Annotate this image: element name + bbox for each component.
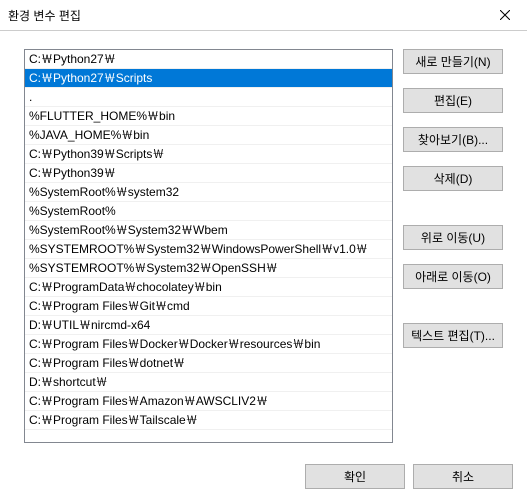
ok-button[interactable]: 확인 (305, 464, 405, 489)
titlebar: 환경 변수 편집 (0, 0, 527, 31)
list-item[interactable]: C:￦ProgramData￦chocolatey￦bin (25, 278, 392, 297)
list-item[interactable]: C:￦Python39￦Scripts￦ (25, 145, 392, 164)
new-button[interactable]: 새로 만들기(N) (403, 49, 503, 74)
move-down-button[interactable]: 아래로 이동(O) (403, 264, 503, 289)
edit-text-button[interactable]: 텍스트 편집(T)... (403, 323, 503, 348)
move-up-button[interactable]: 위로 이동(U) (403, 225, 503, 250)
list-item[interactable]: C:￦Program Files￦dotnet￦ (25, 354, 392, 373)
list-item[interactable]: C:￦Python27￦Scripts (25, 69, 392, 88)
list-item[interactable]: C:￦Python39￦ (25, 164, 392, 183)
list-item[interactable]: %SYSTEMROOT%￦System32￦OpenSSH￦ (25, 259, 392, 278)
list-item[interactable]: D:￦shortcut￦ (25, 373, 392, 392)
dialog-content: C:￦Python27￦C:￦Python27￦Scripts.%FLUTTER… (0, 31, 527, 455)
list-item[interactable]: %JAVA_HOME%￦bin (25, 126, 392, 145)
edit-button[interactable]: 편집(E) (403, 88, 503, 113)
delete-button[interactable]: 삭제(D) (403, 166, 503, 191)
close-button[interactable] (482, 0, 527, 30)
window-title: 환경 변수 편집 (8, 7, 482, 24)
list-item[interactable]: %FLUTTER_HOME%￦bin (25, 107, 392, 126)
bottom-button-row: 확인 취소 (305, 464, 513, 489)
list-item[interactable]: C:￦Program Files￦Docker￦Docker￦resources… (25, 335, 392, 354)
close-icon (500, 10, 510, 20)
list-item[interactable]: C:￦Program Files￦Git￦cmd (25, 297, 392, 316)
list-item[interactable]: %SystemRoot%￦system32 (25, 183, 392, 202)
button-column: 새로 만들기(N) 편집(E) 찾아보기(B)... 삭제(D) 위로 이동(U… (403, 49, 503, 443)
cancel-button[interactable]: 취소 (413, 464, 513, 489)
list-item[interactable]: C:￦Program Files￦Amazon￦AWSCLIV2￦ (25, 392, 392, 411)
list-item[interactable]: %SystemRoot%￦System32￦Wbem (25, 221, 392, 240)
list-item[interactable]: C:￦Program Files￦Tailscale￦ (25, 411, 392, 430)
browse-button[interactable]: 찾아보기(B)... (403, 127, 503, 152)
list-item[interactable]: %SystemRoot% (25, 202, 392, 221)
path-listbox[interactable]: C:￦Python27￦C:￦Python27￦Scripts.%FLUTTER… (24, 49, 393, 443)
list-item[interactable]: D:￦UTIL￦nircmd-x64 (25, 316, 392, 335)
list-item[interactable]: . (25, 88, 392, 107)
list-item[interactable]: C:￦Python27￦ (25, 50, 392, 69)
list-item[interactable]: %SYSTEMROOT%￦System32￦WindowsPowerShell￦… (25, 240, 392, 259)
